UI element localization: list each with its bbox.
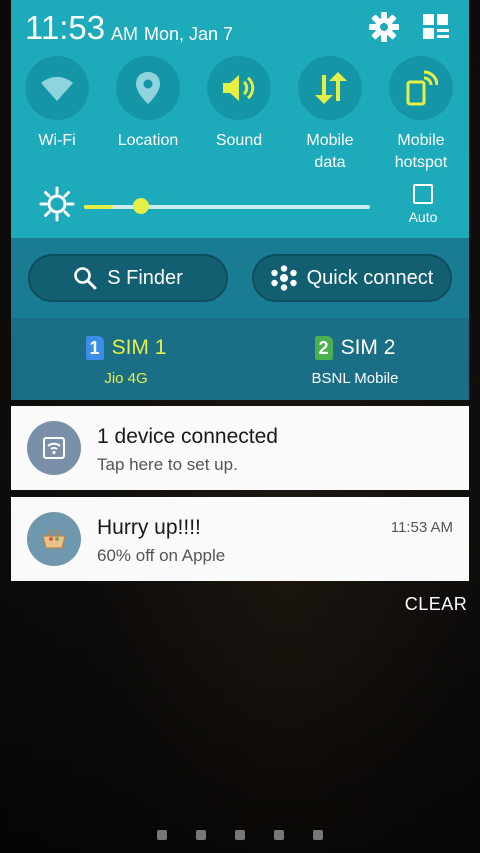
- page-dot: [235, 830, 245, 840]
- toggle-location[interactable]: Location: [102, 56, 194, 152]
- page-dot: [157, 830, 167, 840]
- sim-1-name: SIM 1: [111, 336, 167, 359]
- page-dot: [313, 830, 323, 840]
- basket-icon: [42, 529, 66, 549]
- clear-notifications-button[interactable]: CLEAR: [396, 594, 476, 615]
- sim-2-option[interactable]: 2 SIM 2 BSNL Mobile: [255, 336, 455, 387]
- notification-time: 11:53 AM: [390, 519, 453, 536]
- status-row: 11:53 AM Mon, Jan 7: [11, 0, 469, 56]
- quick-connect-icon: [270, 265, 297, 291]
- notification-title: 1 device connected: [97, 425, 278, 448]
- sim-2-name: SIM 2: [340, 336, 396, 359]
- brightness-icon: [39, 186, 75, 222]
- brightness-row: Auto: [11, 176, 469, 232]
- notification-title: Hurry up!!!!: [97, 516, 201, 539]
- toggle-sound[interactable]: Sound: [193, 56, 285, 152]
- page-dot: [274, 830, 284, 840]
- search-icon: [74, 267, 97, 290]
- data-arrows-icon: [315, 72, 347, 104]
- sim-2-carrier: BSNL Mobile: [311, 370, 399, 387]
- toggle-wifi[interactable]: Wi-Fi: [11, 56, 103, 152]
- wifi-icon: [41, 76, 73, 101]
- settings-button[interactable]: [367, 10, 401, 44]
- notification-icon: [27, 512, 81, 566]
- speaker-icon: [223, 75, 255, 101]
- auto-brightness-label: Auto: [408, 209, 438, 225]
- notification-promo[interactable]: Hurry up!!!! 60% off on Apple 11:53 AM: [11, 497, 469, 581]
- notification-subtitle: 60% off on Apple: [97, 546, 226, 565]
- clock: 11:53: [25, 9, 106, 46]
- page-dot: [196, 830, 206, 840]
- quick-connect-button[interactable]: Quick connect: [252, 254, 452, 302]
- notification-subtitle: Tap here to set up.: [97, 455, 238, 474]
- toggle-mobile-hotspot[interactable]: Mobile hotspot: [375, 56, 467, 174]
- gear-icon: [369, 12, 399, 42]
- toggle-label: Mobile data: [306, 132, 354, 171]
- home-page-indicator: [0, 830, 480, 842]
- finder-bar: S Finder Quick connect: [11, 238, 469, 318]
- toggle-label: Location: [117, 132, 179, 149]
- auto-brightness-checkbox[interactable]: [413, 184, 433, 204]
- sim-1-option[interactable]: 1 SIM 1 Jio 4G: [26, 336, 226, 387]
- wifi-hotspot-icon: [43, 437, 65, 459]
- sim-2-badge: 2: [314, 336, 333, 360]
- toggle-label: Mobile hotspot: [394, 132, 448, 171]
- edit-quick-settings-button[interactable]: [421, 12, 451, 42]
- grid-edit-icon: [423, 14, 449, 39]
- hotspot-icon: [406, 70, 438, 106]
- notification-icon: [27, 421, 81, 475]
- brightness-slider[interactable]: [84, 198, 370, 214]
- brightness-slider-thumb[interactable]: [133, 198, 149, 214]
- sim-selector: 1 SIM 1 Jio 4G 2 SIM 2 BSNL Mobile: [11, 318, 469, 400]
- s-finder-label: S Finder: [107, 266, 183, 289]
- toggle-label: Sound: [215, 132, 263, 149]
- brightness-slider-fill: [84, 205, 113, 209]
- quick-connect-label: Quick connect: [306, 266, 434, 289]
- quick-toggles: Wi-Fi Location Sound Mobile data Mobile …: [11, 56, 469, 176]
- notification-hotspot[interactable]: 1 device connected Tap here to set up.: [11, 406, 469, 490]
- quick-settings-panel: 11:53 AM Mon, Jan 7 Wi-Fi Location Sound…: [11, 0, 469, 238]
- s-finder-button[interactable]: S Finder: [28, 254, 228, 302]
- sim-1-badge: 1: [85, 336, 104, 360]
- toggle-label: Wi-Fi: [38, 132, 76, 149]
- sim-1-carrier: Jio 4G: [104, 370, 148, 387]
- date: Mon, Jan 7: [144, 24, 234, 44]
- clock-ampm: AM: [111, 24, 138, 44]
- toggle-mobile-data[interactable]: Mobile data: [284, 56, 376, 174]
- location-pin-icon: [136, 72, 160, 104]
